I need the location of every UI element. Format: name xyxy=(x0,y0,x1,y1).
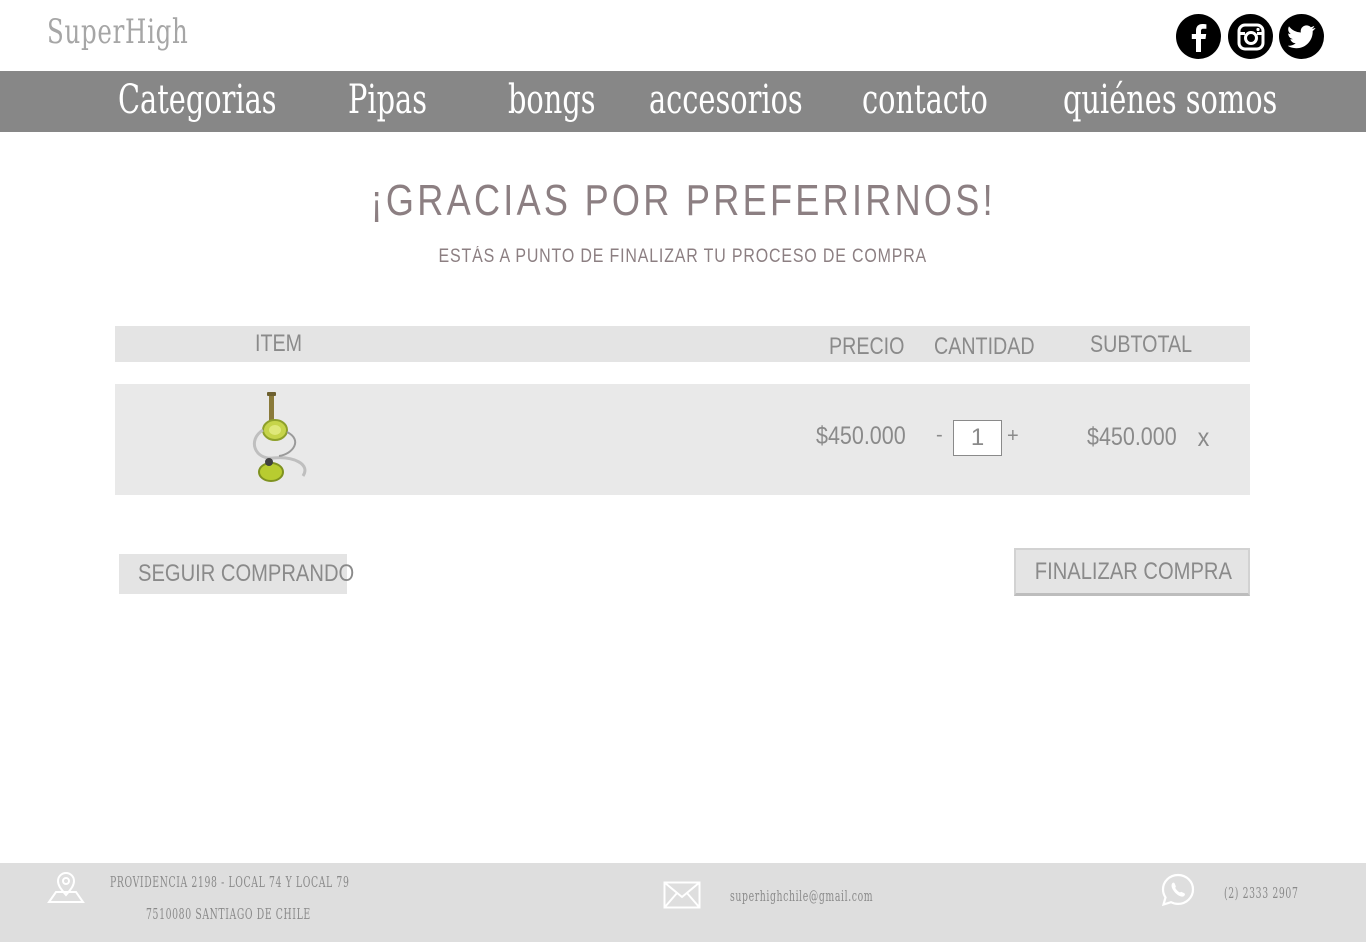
nav-item-accesorios[interactable]: accesorios xyxy=(649,71,803,132)
nav-item-quienes-somos[interactable]: quiénes somos xyxy=(1063,71,1277,132)
facebook-icon xyxy=(1191,23,1206,52)
nav-item-bongs[interactable]: bongs xyxy=(508,71,596,132)
column-header-precio: PRECIO xyxy=(829,333,905,360)
footer-email-link[interactable]: superhighchile@gmail.com xyxy=(730,887,873,905)
nav-item-categorias[interactable]: Categorias xyxy=(118,71,277,132)
facebook-link[interactable] xyxy=(1176,14,1221,59)
table-row: $450.000 - + $450.000 x xyxy=(115,384,1250,495)
nav-item-pipas[interactable]: Pipas xyxy=(348,71,427,132)
page-title: ¡GRACIAS POR PREFERIRNOS! xyxy=(370,176,996,225)
quantity-decrease-button[interactable]: - xyxy=(936,424,943,447)
column-header-cantidad: CANTIDAD xyxy=(934,333,1035,360)
quantity-increase-button[interactable]: + xyxy=(1007,425,1019,448)
location-map-icon xyxy=(47,871,85,903)
continue-shopping-label: SEGUIR COMPRANDO xyxy=(138,560,355,587)
email-envelope-icon xyxy=(663,881,701,909)
site-logo[interactable]: SuperHigh xyxy=(47,12,188,52)
footer-phone: (2) 2333 2907 xyxy=(1224,884,1299,902)
remove-item-button[interactable]: x xyxy=(1198,422,1210,453)
twitter-link[interactable] xyxy=(1279,14,1324,59)
whatsapp-icon xyxy=(1161,873,1195,907)
instagram-link[interactable] xyxy=(1228,14,1273,59)
twitter-icon xyxy=(1287,24,1315,48)
footer-address-line1: PROVIDENCIA 2198 - LOCAL 74 Y LOCAL 79 xyxy=(110,873,350,891)
checkout-button[interactable]: FINALIZAR COMPRA xyxy=(1014,548,1250,596)
checkout-label: FINALIZAR COMPRA xyxy=(1034,557,1232,585)
nav-item-contacto[interactable]: contacto xyxy=(862,71,988,132)
hookah-product-image xyxy=(252,392,307,482)
quantity-input[interactable] xyxy=(953,420,1002,456)
cart-table-header: ITEM PRECIO CANTIDAD SUBTOTAL xyxy=(115,326,1250,362)
footer-address-line2: 7510080 SANTIAGO DE CHILE xyxy=(146,905,311,923)
column-header-item: ITEM xyxy=(255,330,303,357)
item-subtotal: $450.000 xyxy=(1087,423,1177,451)
item-price: $450.000 xyxy=(816,422,906,450)
column-header-subtotal: SUBTOTAL xyxy=(1090,331,1193,358)
footer: PROVIDENCIA 2198 - LOCAL 74 Y LOCAL 79 7… xyxy=(0,863,1366,942)
instagram-icon xyxy=(1237,23,1264,50)
continue-shopping-button[interactable]: SEGUIR COMPRANDO xyxy=(119,554,354,594)
main-nav: Categorias Pipas bongs accesorios contac… xyxy=(0,71,1366,132)
page-subtitle: ESTÁS A PUNTO DE FINALIZAR TU PROCESO DE… xyxy=(438,246,928,267)
